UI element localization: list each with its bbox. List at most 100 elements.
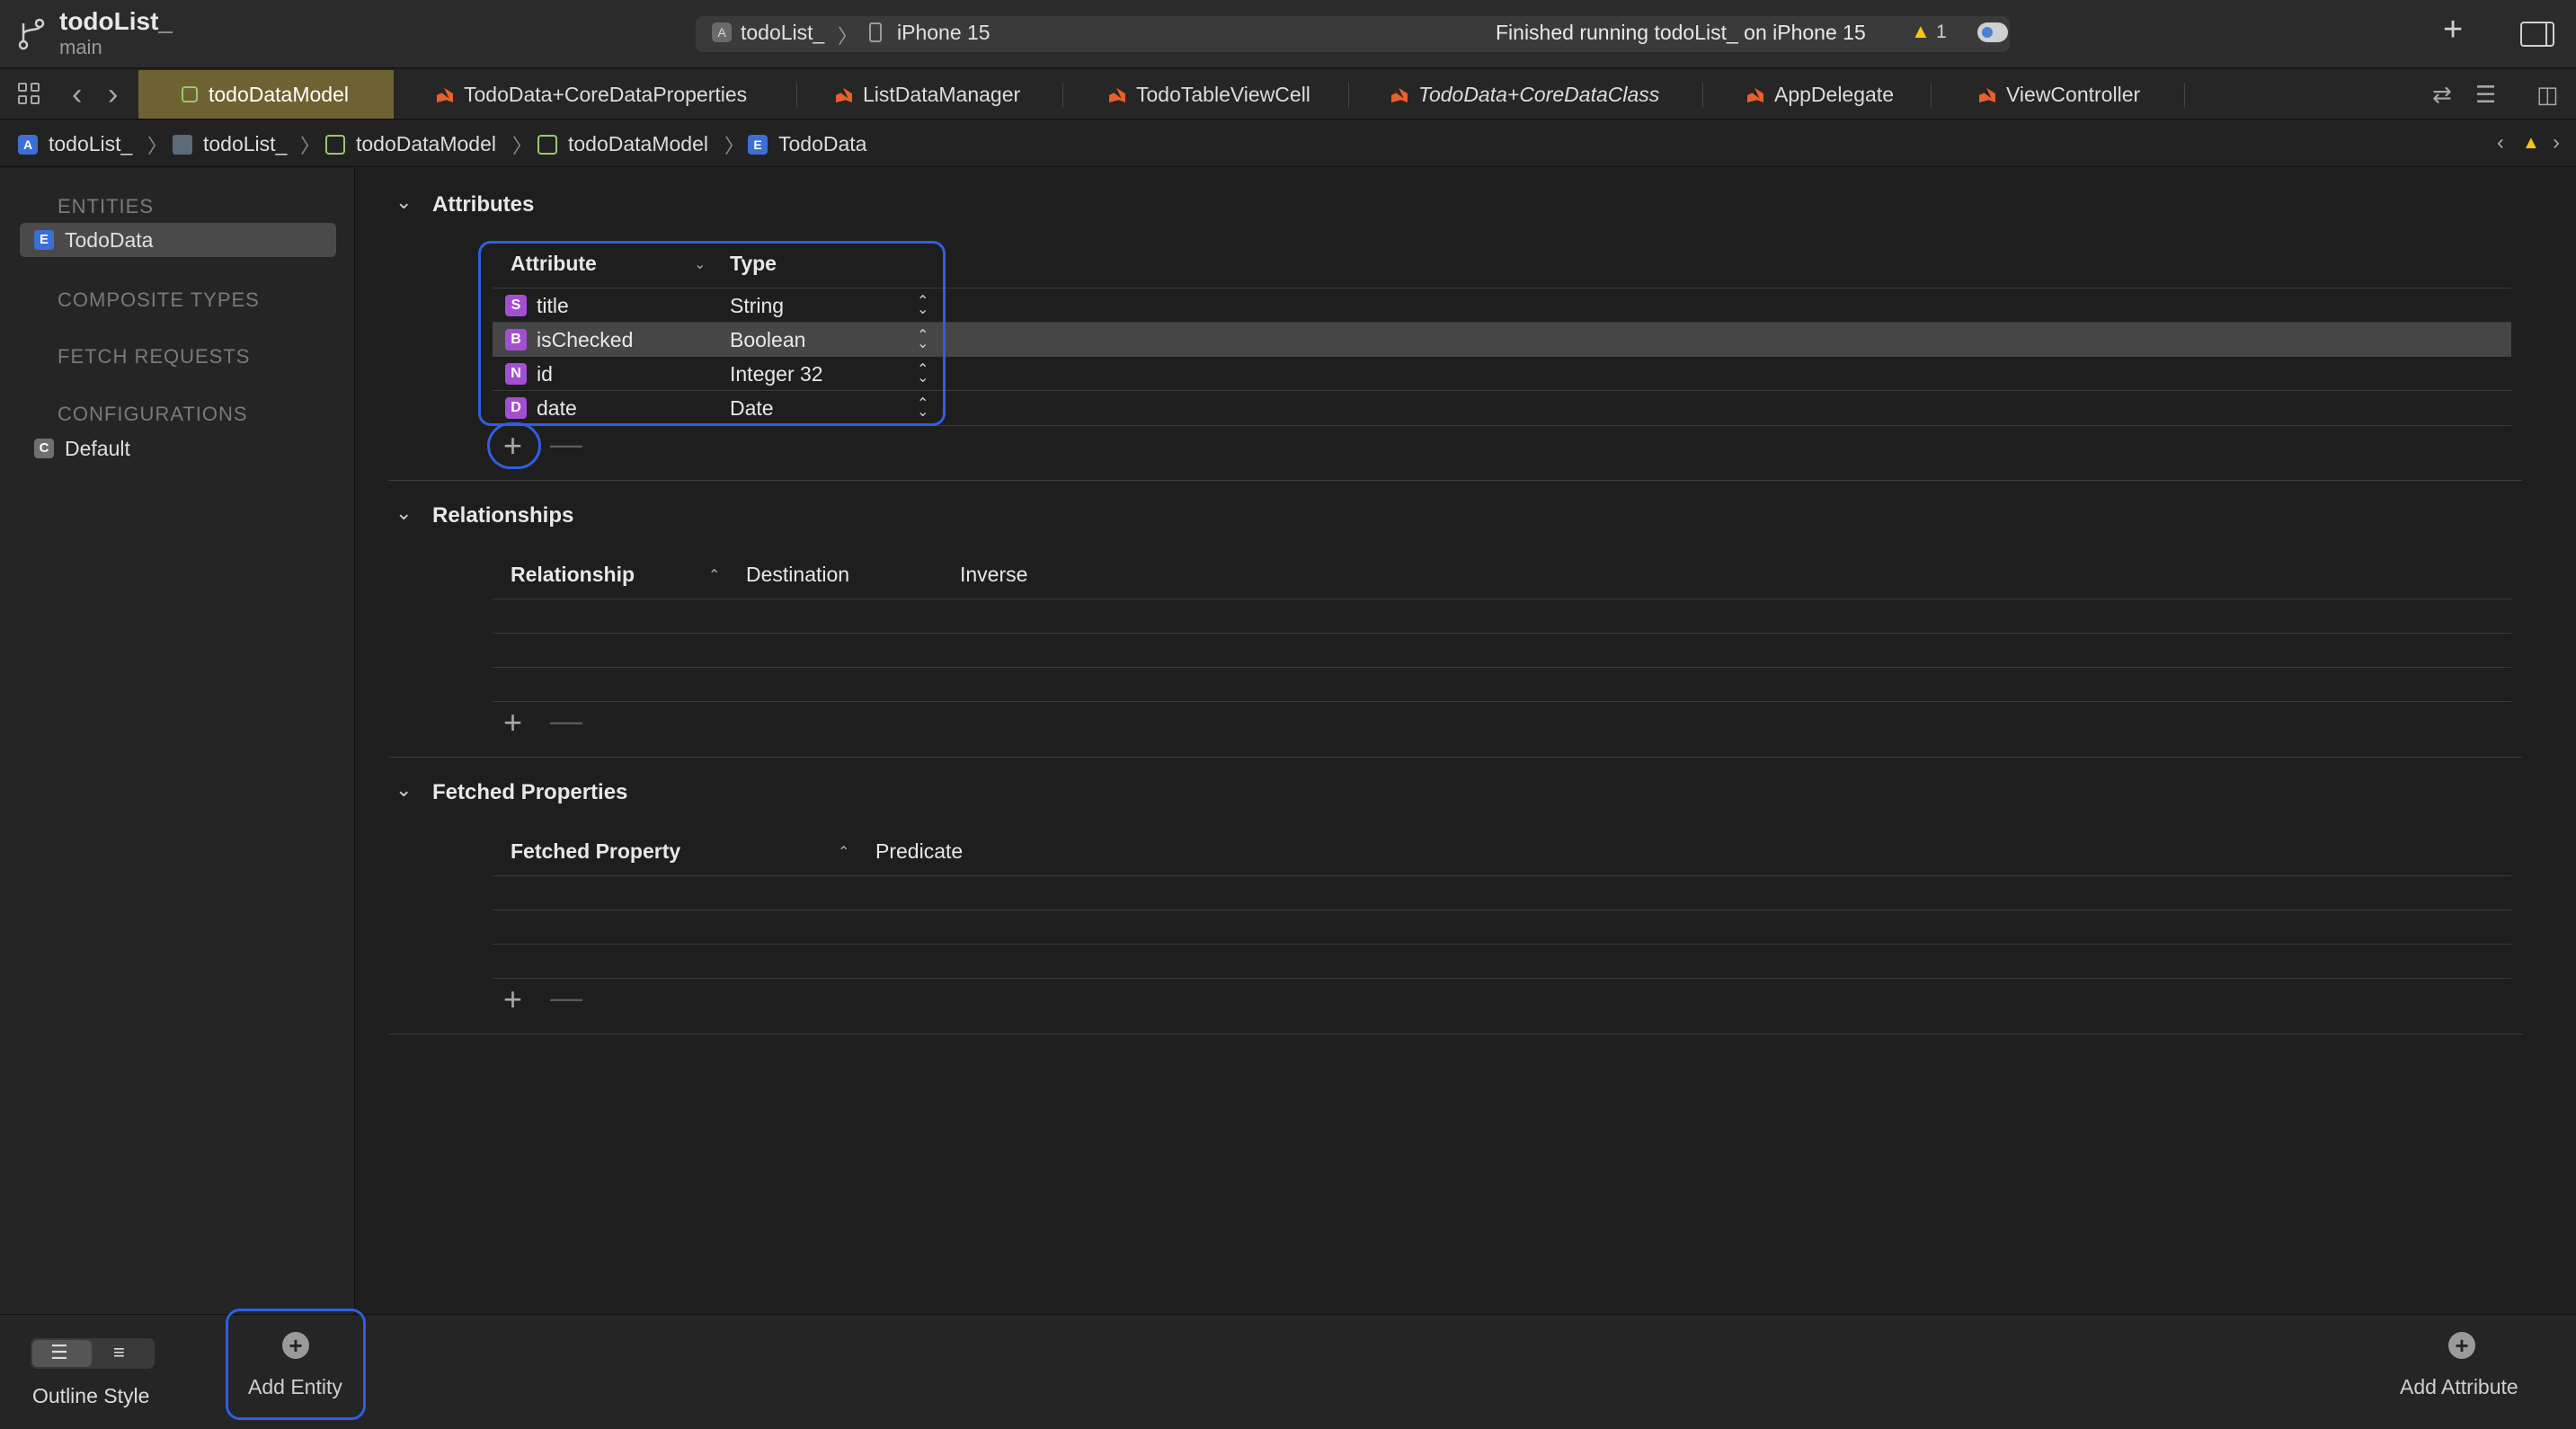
warning-icon[interactable]: ▲ (1911, 20, 1931, 43)
entity-sidebar (0, 168, 355, 1314)
project-name[interactable]: todoList_ (59, 7, 173, 36)
add-entity-highlight (226, 1309, 366, 1420)
breadcrumb-folder[interactable]: todoList_ (173, 132, 287, 156)
row-divider (493, 633, 2511, 634)
sort-ascending-icon: ⌃ (838, 845, 850, 860)
tab-divider (2184, 83, 2185, 108)
next-issue-icon[interactable]: › (2553, 130, 2560, 155)
swift-file-icon (1109, 87, 1125, 102)
related-items-grid-icon[interactable] (18, 83, 41, 106)
breadcrumb-chevron-icon: 〉 (147, 135, 168, 157)
relationships-disclosure-icon[interactable]: ⌄ (395, 501, 412, 525)
tab-coredata-properties[interactable]: TodoData+CoreDataProperties (437, 70, 747, 119)
cloud-status-icon[interactable] (1977, 22, 2008, 42)
graph-style-icon: ≡ (113, 1341, 125, 1363)
data-model-icon (182, 86, 198, 102)
data-model-icon (537, 134, 557, 155)
editor-options-swap-icon[interactable]: ⇄ (2432, 81, 2452, 109)
section-divider (388, 480, 2522, 481)
configurations-header: CONFIGURATIONS (58, 403, 248, 425)
sort-ascending-icon: ⌃ (708, 568, 721, 583)
back-arrow-icon[interactable]: ‹ (72, 77, 82, 112)
build-status-text: Finished running todoList_ on iPhone 15 (1496, 21, 1866, 44)
warning-count[interactable]: 1 (1936, 22, 1947, 43)
toggle-inspector-icon[interactable] (2520, 22, 2554, 47)
breadcrumb-project[interactable]: A todoList_ (18, 132, 132, 156)
remove-attribute-minus-button[interactable]: — (550, 428, 582, 460)
tab-view-controller[interactable]: ViewController (1979, 70, 2140, 119)
run-destination-selector[interactable]: iPhone 15 (897, 21, 990, 45)
iphone-icon (869, 22, 882, 42)
swift-file-icon (836, 87, 852, 102)
tab-todo-data-model[interactable]: todoDataModel (138, 70, 394, 119)
add-relationship-plus-button[interactable]: + (503, 706, 522, 739)
app-scheme-icon: A (712, 22, 732, 42)
composite-types-header: COMPOSITE TYPES (58, 288, 260, 311)
swift-file-icon (1979, 87, 1995, 102)
row-divider (493, 978, 2511, 979)
split-editor-icon[interactable]: ◫ (2536, 81, 2559, 109)
library-add-button[interactable]: + (2443, 13, 2463, 47)
tab-divider (796, 83, 797, 108)
xcode-project-icon: A (18, 134, 38, 155)
entity-icon: E (748, 134, 768, 155)
inverse-column-header[interactable]: Inverse (960, 563, 1027, 587)
fetched-properties-disclosure-icon[interactable]: ⌄ (395, 778, 412, 802)
tab-divider (1062, 83, 1063, 108)
swift-file-icon (1391, 87, 1408, 102)
relationship-column-header[interactable]: Relationship (511, 563, 635, 587)
row-divider (493, 667, 2511, 668)
header-divider (493, 875, 2511, 876)
add-attribute-highlight (487, 422, 541, 469)
swift-file-icon (1747, 87, 1763, 102)
fetched-properties-section-title: Fetched Properties (432, 780, 628, 804)
sidebar-item-default-configuration[interactable]: C Default (20, 431, 336, 466)
branch-name: main (59, 36, 102, 58)
forward-arrow-icon[interactable]: › (108, 77, 118, 112)
attributes-highlight-box (478, 241, 946, 426)
tab-divider (1702, 83, 1703, 108)
sidebar-item-todo-data[interactable]: E TodoData (20, 223, 336, 257)
folder-icon (173, 134, 192, 155)
scheme-selector[interactable]: todoList_ (741, 21, 824, 45)
predicate-column-header[interactable]: Predicate (875, 839, 963, 864)
breadcrumb-model[interactable]: todoDataModel (537, 132, 708, 156)
editor-options-lines-icon[interactable]: ☰ (2475, 81, 2496, 109)
fetched-property-column-header[interactable]: Fetched Property (511, 839, 680, 864)
configuration-icon: C (34, 439, 54, 458)
table-style-icon: ☰ (50, 1341, 68, 1363)
tab-todo-table-view-cell[interactable]: TodoTableViewCell (1109, 70, 1310, 119)
row-divider (493, 701, 2511, 702)
source-control-branch-icon[interactable] (16, 18, 47, 50)
breadcrumb-entity[interactable]: E TodoData (748, 132, 866, 156)
scheme-chevron-icon: 〉 (838, 25, 858, 48)
breadcrumb-model-package[interactable]: todoDataModel (325, 132, 496, 156)
tab-divider (1931, 83, 1932, 108)
tab-list-data-manager[interactable]: ListDataManager (836, 70, 1020, 119)
breadcrumb-chevron-icon: 〉 (512, 135, 533, 157)
tab-divider (1348, 83, 1349, 108)
entity-icon: E (34, 230, 54, 250)
data-model-package-icon (325, 134, 345, 155)
breadcrumb-chevron-icon: 〉 (300, 135, 321, 157)
add-attribute-plus-icon[interactable]: + (2448, 1332, 2475, 1359)
issue-warning-icon[interactable]: ▲ (2522, 133, 2540, 154)
destination-column-header[interactable]: Destination (746, 563, 849, 587)
breadcrumb-chevron-icon: 〉 (724, 135, 745, 157)
outline-style-label: Outline Style (32, 1384, 150, 1407)
row-divider (493, 944, 2511, 945)
swift-file-icon (437, 87, 453, 102)
add-fetched-property-plus-button[interactable]: + (503, 983, 522, 1016)
remove-fetched-property-minus-button[interactable]: — (550, 981, 582, 1014)
section-divider (388, 757, 2522, 758)
attributes-disclosure-icon[interactable]: ⌄ (395, 191, 412, 214)
entities-header: ENTITIES (58, 195, 155, 217)
editor-bottom-bar (0, 1314, 2576, 1429)
previous-issue-icon[interactable]: ‹ (2497, 130, 2504, 155)
remove-relationship-minus-button[interactable]: — (550, 705, 582, 737)
tab-app-delegate[interactable]: AppDelegate (1747, 70, 1894, 119)
relationships-section-title: Relationships (432, 503, 574, 528)
add-attribute-button[interactable]: Add Attribute (2400, 1375, 2518, 1399)
fetch-requests-header: FETCH REQUESTS (58, 345, 251, 368)
tab-coredata-class[interactable]: TodoData+CoreDataClass (1391, 70, 1659, 119)
